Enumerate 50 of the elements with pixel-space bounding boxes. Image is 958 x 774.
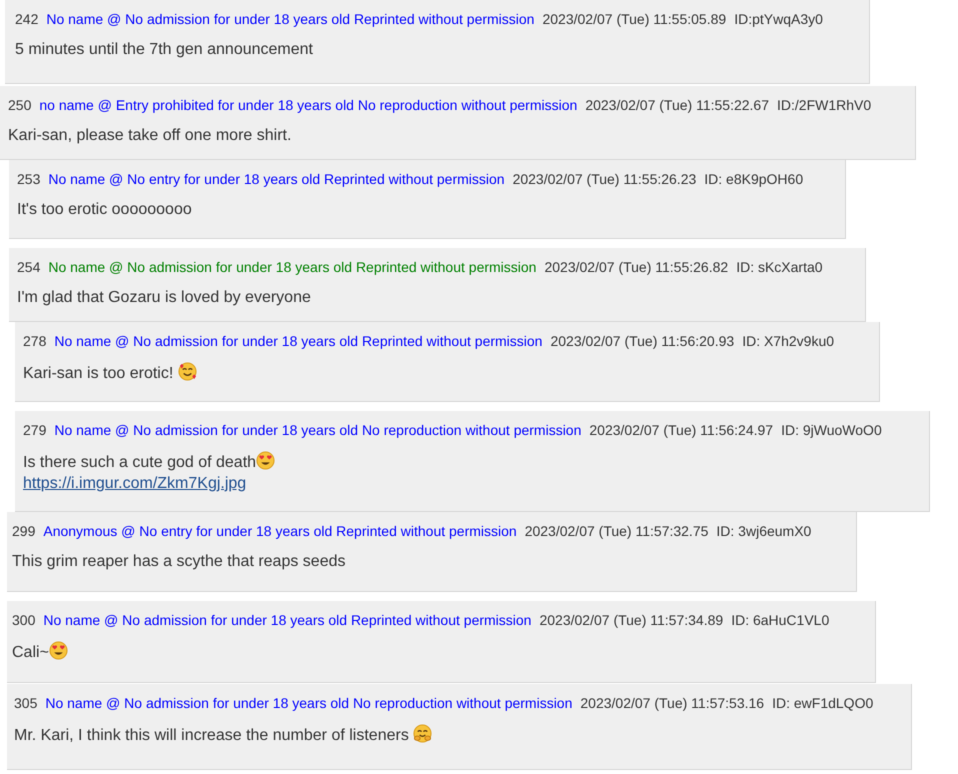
post-number: 242 (15, 11, 38, 27)
post-message: I'm glad that Gozaru is loved by everyone (17, 289, 311, 306)
post-message: It's too erotic ooooooooo (17, 201, 192, 218)
post-date: 2023/02/07 (Tue) 11:55:26.82 (544, 259, 728, 275)
poster-name: No name @ No admission for under 18 years old No reproduction without permission (45, 695, 572, 711)
poster-id: ID: 3wj6eumX0 (716, 523, 812, 539)
poster-id: ID: 9jWuoWoO0 (781, 422, 882, 438)
post-date: 2023/02/07 (Tue) 11:56:20.93 (550, 333, 734, 349)
post-date: 2023/02/07 (Tue) 11:57:34.89 (539, 612, 724, 628)
hugging-face-icon (413, 724, 432, 743)
heart-eyes-face-icon (256, 451, 276, 470)
post-message: 5 minutes until the 7th gen announcement (15, 41, 313, 58)
poster-name: no name @ Entry prohibited for under 18 years old No reproduction without permission (39, 97, 578, 113)
poster-name: No name @ No entry for under 18 years old Reprinted without permission (48, 171, 505, 187)
post-number: 300 (12, 612, 36, 628)
poster-id: ID: X7h2v9ku0 (742, 333, 834, 349)
poster-name: No name @ No admission for under 18 years old Reprinted without permission (46, 11, 534, 27)
post-number: 253 (17, 171, 40, 187)
poster-id: ID: sKcXarta0 (736, 259, 823, 275)
post-message: Kari-san is too erotic! (23, 365, 174, 382)
post-message: Kari-san, please take off one more shirt. (8, 127, 292, 144)
poster-id: ID: 6aHuC1VL0 (731, 612, 830, 628)
post-number: 299 (12, 523, 36, 539)
post-number: 279 (23, 422, 46, 438)
post-number: 278 (23, 333, 46, 349)
post-message: This grim reaper has a scythe that reaps seeds (12, 553, 346, 570)
post-message: Is there such a cute god of death (23, 454, 256, 471)
poster-name: No name @ No admission for under 18 years old Reprinted without permission (54, 333, 542, 349)
post-date: 2023/02/07 (Tue) 11:57:32.75 (524, 523, 708, 539)
post-date: 2023/02/07 (Tue) 11:55:26.23 (512, 171, 696, 187)
post-date: 2023/02/07 (Tue) 11:57:53.16 (580, 695, 764, 711)
poster-name: No name @ No admission for under 18 years old No reproduction without permission (54, 422, 582, 438)
post-date: 2023/02/07 (Tue) 11:55:22.67 (585, 97, 770, 113)
poster-name: No name @ No admission for under 18 years old Reprinted without permission (48, 259, 536, 275)
poster-id: ID:/2FW1RhV0 (777, 97, 872, 113)
poster-id: ID:ptYwqA3y0 (734, 11, 823, 27)
poster-id: ID: ewF1dLQO0 (772, 695, 874, 711)
post-message: Cali~ (12, 644, 49, 661)
poster-name: Anonymous @ No entry for under 18 years old Reprinted without permission (43, 523, 517, 539)
image-link[interactable]: https://i.imgur.com/Zkm7Kgj.jpg (23, 474, 246, 492)
smiling-face-with-hearts-icon (178, 362, 197, 381)
heart-eyes-face-icon (48, 641, 68, 660)
post-number: 305 (14, 695, 38, 711)
post-message: Mr. Kari, I think this will increase the number of listeners (14, 727, 410, 744)
poster-name: No name @ No admission for under 18 years old Reprinted without permission (43, 612, 532, 628)
post-date: 2023/02/07 (Tue) 11:55:05.89 (542, 11, 726, 27)
poster-id: ID: e8K9pOH60 (704, 171, 804, 187)
post-number: 250 (8, 97, 32, 113)
post-number: 254 (17, 259, 40, 275)
post-date: 2023/02/07 (Tue) 11:56:24.97 (589, 422, 774, 438)
